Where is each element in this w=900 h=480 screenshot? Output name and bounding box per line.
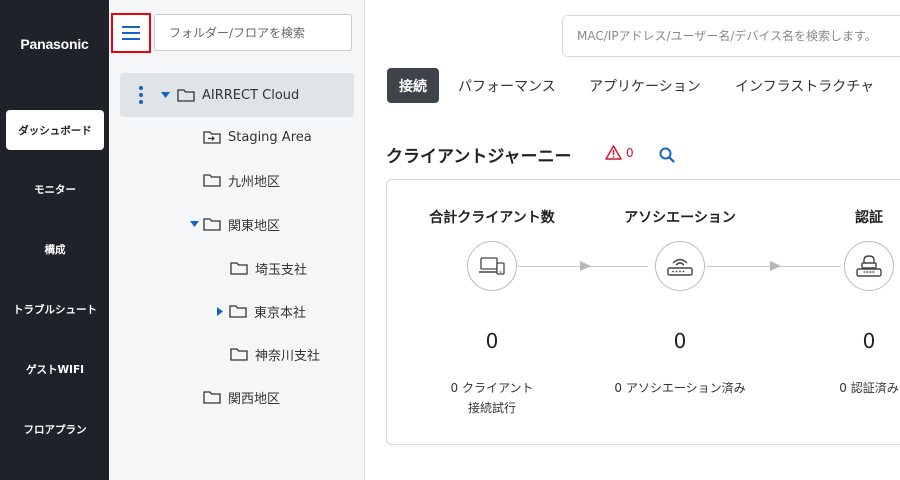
tree-item-kansai[interactable]: 関西地区 xyxy=(203,377,280,417)
stage-value-association: 0 xyxy=(673,329,687,353)
tree-item-label: AIRRECT Cloud xyxy=(202,87,300,103)
tab-performance[interactable]: パフォーマンス xyxy=(458,68,556,103)
hamburger-menu-button[interactable] xyxy=(111,13,151,53)
tree-item-tokyo[interactable]: 東京本社 xyxy=(215,291,306,331)
tree-item-label: 埼玉支社 xyxy=(255,262,308,278)
search-icon[interactable] xyxy=(659,147,675,163)
wireless-router-icon xyxy=(667,258,693,276)
alert-count: 0 xyxy=(626,145,634,160)
stage-circle xyxy=(467,241,517,291)
caret-down-icon[interactable] xyxy=(189,219,199,229)
devices-icon xyxy=(479,257,505,275)
kebab-menu-icon[interactable] xyxy=(134,86,148,104)
nav-item-floor-plan[interactable]: フロアプラン xyxy=(6,409,104,449)
staging-folder-icon xyxy=(203,130,221,144)
stage-title-authentication: 認証 xyxy=(855,210,883,226)
stage-title-association: アソシエーション xyxy=(624,210,736,226)
folder-icon xyxy=(203,217,221,231)
tree-item-kanto[interactable]: 関東地区 xyxy=(189,204,280,244)
stage-circle: **** xyxy=(844,241,894,291)
global-search-input[interactable] xyxy=(562,15,900,57)
stage-desc-authentication: 0 認証済み xyxy=(839,378,898,398)
stage-desc-line: 接続試行 xyxy=(467,401,517,415)
nav-item-monitor[interactable]: モニター xyxy=(6,169,104,209)
tree-item-label: 東京本社 xyxy=(254,305,307,321)
tree-item-label: Staging Area xyxy=(228,129,312,145)
caret-down-icon[interactable] xyxy=(160,90,170,100)
folder-icon xyxy=(229,304,247,318)
nav-item-troubleshoot[interactable]: トラブルシュート xyxy=(6,289,104,329)
hamburger-icon xyxy=(122,26,140,40)
client-journey-title: クライアントジャーニー xyxy=(386,147,572,167)
stage-value-total-clients: 0 xyxy=(485,329,499,353)
tab-connection[interactable]: 接続 xyxy=(387,68,439,103)
tab-applications[interactable]: アプリケーション xyxy=(589,68,701,103)
tree-item-kanagawa[interactable]: 神奈川支社 xyxy=(230,334,320,374)
tree-item-kyushu[interactable]: 九州地区 xyxy=(203,160,280,200)
nav-item-guest-wifi[interactable]: ゲストWIFI xyxy=(6,349,104,389)
lock-password-icon: **** xyxy=(856,255,882,277)
alert-indicator[interactable]: 0 xyxy=(605,145,634,160)
folder-icon xyxy=(230,347,248,361)
stage-desc-association: 0 アソシエーション済み xyxy=(614,378,745,398)
tree-item-label: 関東地区 xyxy=(228,218,281,234)
arrow-right-icon xyxy=(770,261,781,271)
tree-item-staging-area[interactable]: Staging Area xyxy=(203,117,312,157)
main-nav: Panasonic ダッシュボード モニター 構成 トラブルシュート ゲストWI… xyxy=(0,0,109,480)
folder-icon xyxy=(177,88,195,102)
tree-item-label: 関西地区 xyxy=(228,391,281,407)
brand-logo: Panasonic xyxy=(20,36,89,52)
tab-infrastructure[interactable]: インフラストラクチャ xyxy=(735,68,874,103)
arrow-right-icon xyxy=(580,261,591,271)
stage-desc-line: 0 認証済み xyxy=(839,381,899,395)
nav-item-configuration[interactable]: 構成 xyxy=(6,229,104,269)
folder-icon xyxy=(230,261,248,275)
stage-value-authentication: 0 xyxy=(862,329,876,353)
warning-icon xyxy=(605,145,622,160)
tree-item-label: 九州地区 xyxy=(228,174,281,190)
stage-circle xyxy=(655,241,705,291)
folder-icon xyxy=(203,390,221,404)
nav-item-dashboard[interactable]: ダッシュボード xyxy=(6,110,104,150)
caret-right-icon[interactable] xyxy=(215,306,225,316)
stage-desc-line: 0 クライアント xyxy=(450,381,534,395)
stage-title-total-clients: 合計クライアント数 xyxy=(429,210,555,226)
tree-item-root[interactable]: AIRRECT Cloud xyxy=(120,73,354,117)
svg-text:****: **** xyxy=(863,270,875,277)
tree-item-label: 神奈川支社 xyxy=(255,348,321,364)
folder-search-input[interactable] xyxy=(154,14,352,51)
folder-icon xyxy=(203,173,221,187)
stage-desc-total-clients: 0 クライアント 接続試行 xyxy=(451,378,534,418)
tree-item-saitama[interactable]: 埼玉支社 xyxy=(230,248,307,288)
stage-desc-line: 0 アソシエーション済み xyxy=(614,381,746,395)
